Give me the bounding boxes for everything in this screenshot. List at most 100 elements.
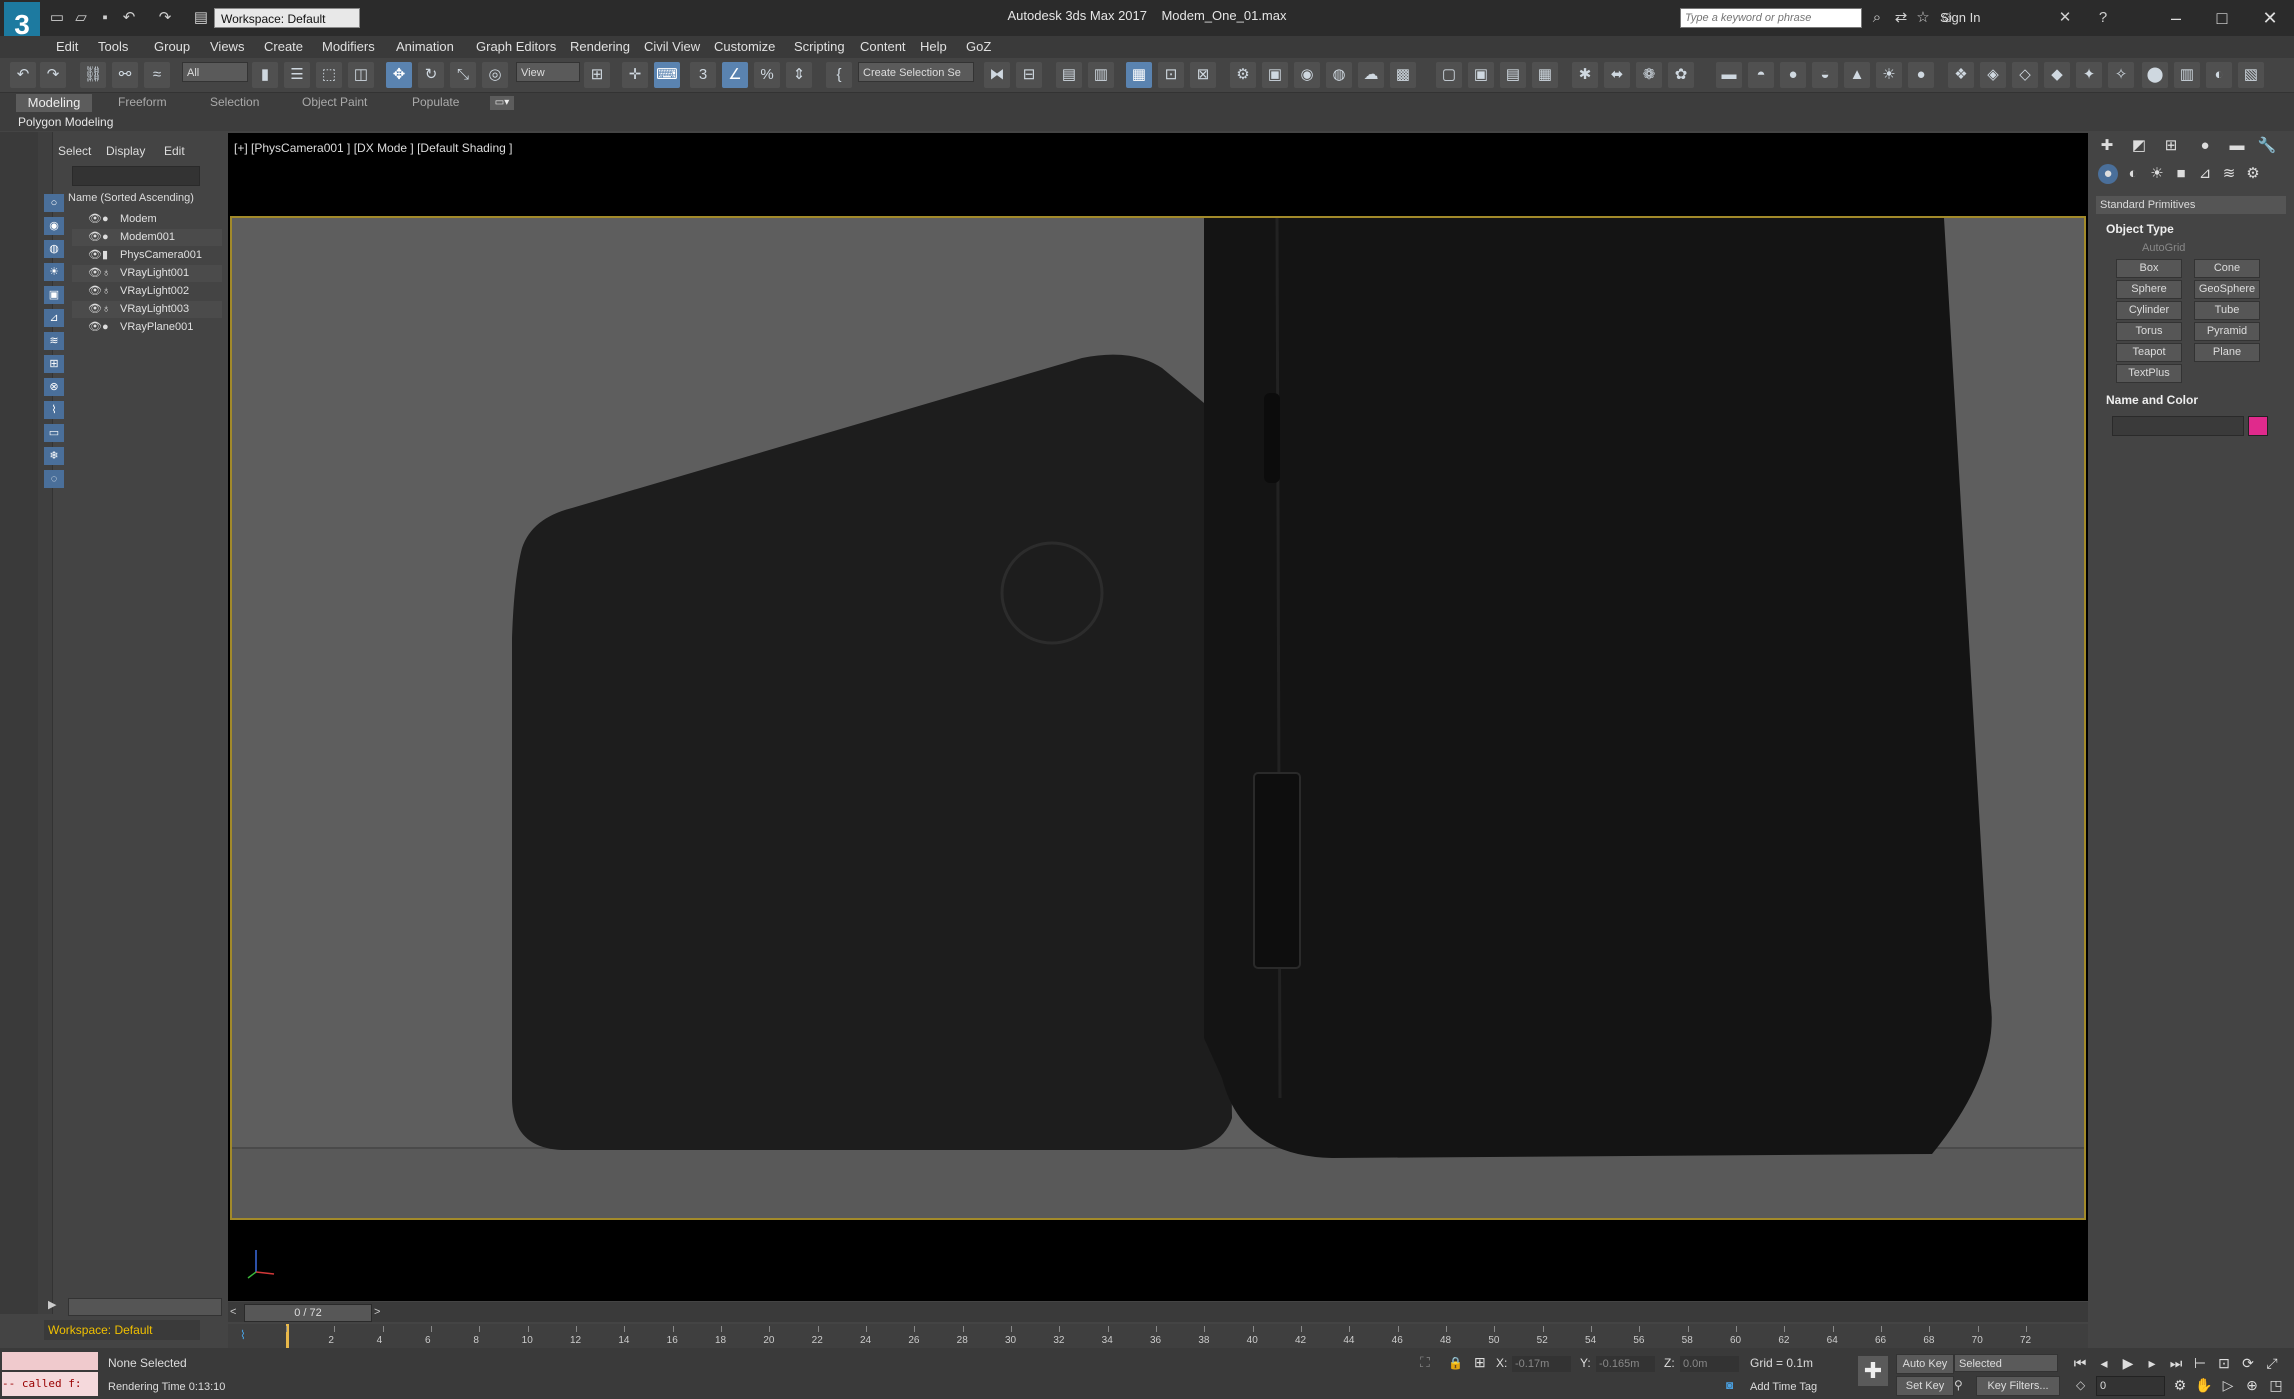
vray-spot-light-icon[interactable]: ▲ — [1844, 62, 1870, 88]
list-item[interactable]: 👁 ♁ VRayLight002 — [72, 283, 222, 300]
menu-edit[interactable]: Edit — [56, 39, 78, 54]
rendered-frame-window-icon[interactable]: ▣ — [1262, 62, 1288, 88]
select-and-scale-icon[interactable]: ⤡ — [450, 62, 476, 88]
vray-presets-icon[interactable]: ▦ — [1532, 62, 1558, 88]
previous-frame-icon[interactable]: ◂ — [2094, 1354, 2114, 1372]
visibility-eye-icon[interactable]: 👁 — [88, 283, 102, 300]
hierarchy-panel-icon[interactable]: ⊞ — [2160, 136, 2182, 156]
time-slider-thumb[interactable]: 0 / 72 — [244, 1304, 372, 1322]
keyboard-shortcut-toggle-icon[interactable]: ⌨ — [654, 62, 680, 88]
explorer-workspace-label[interactable]: Workspace: Default — [44, 1320, 200, 1340]
zoom-extents-all-icon[interactable]: ⊡ — [2214, 1354, 2234, 1372]
render-setup-icon[interactable]: ⚙ — [1230, 62, 1256, 88]
time-configuration-icon[interactable]: ⚙ — [2170, 1376, 2190, 1394]
bind-space-warp-icon[interactable]: ≈ — [144, 62, 170, 88]
vray-fur-icon[interactable]: ❁ — [1636, 62, 1662, 88]
autodesk-x-icon[interactable]: ✕ — [2056, 9, 2074, 27]
exchange-icon[interactable]: ⇄ — [1892, 9, 1910, 27]
sign-in-link[interactable]: Sign In — [1940, 10, 1980, 25]
menu-graph-editors[interactable]: Graph Editors — [476, 39, 556, 54]
favorites-icon[interactable]: ☆ — [1914, 9, 1932, 27]
align-icon[interactable]: ⊟ — [1016, 62, 1042, 88]
selection-region-icon[interactable]: ⬚ — [316, 62, 342, 88]
ribbon-tab-populate[interactable]: Populate — [412, 95, 459, 109]
search-input[interactable] — [1680, 8, 1862, 28]
set-key-button[interactable]: Set Key — [1896, 1376, 1954, 1396]
menu-goz[interactable]: GoZ — [966, 39, 991, 54]
add-time-tag[interactable]: Add Time Tag — [1750, 1381, 1817, 1393]
visibility-eye-icon[interactable]: 👁 — [88, 211, 102, 228]
select-and-rotate-icon[interactable]: ↻ — [418, 62, 444, 88]
unlink-icon[interactable]: ⚯ — [112, 62, 138, 88]
pyramid-button[interactable]: Pyramid — [2194, 322, 2260, 341]
y-coord-field[interactable]: -0.165m — [1596, 1356, 1655, 1372]
a360-gallery-icon[interactable]: ▩ — [1390, 62, 1416, 88]
list-item[interactable]: 👁 ▮ PhysCamera001 — [72, 247, 222, 264]
orbit-icon[interactable]: ⟳ — [2238, 1354, 2258, 1372]
ribbon-minimize-toggle[interactable]: ▭▾ — [490, 96, 514, 110]
menu-help[interactable]: Help — [920, 39, 947, 54]
display-geometry-icon[interactable]: ◉ — [44, 217, 64, 235]
maxscript-listener-top[interactable] — [2, 1352, 98, 1370]
next-frame-icon[interactable]: ▸ — [2142, 1354, 2162, 1372]
display-panel-icon[interactable]: ▬ — [2226, 136, 2248, 156]
explorer-search-input[interactable] — [72, 166, 200, 186]
vray-options-icon[interactable]: ▤ — [1500, 62, 1526, 88]
tube-button[interactable]: Tube — [2194, 301, 2260, 320]
time-slider-prev-icon[interactable]: < — [230, 1306, 236, 1318]
list-item[interactable]: 👁 ♁ VRayLight001 — [72, 265, 222, 282]
teapot-button[interactable]: Teapot — [2116, 343, 2182, 362]
plane-button[interactable]: Plane — [2194, 343, 2260, 362]
vray-environment-icon[interactable]: ◆ — [2044, 62, 2070, 88]
vray-material-icon[interactable]: ❖ — [1948, 62, 1974, 88]
display-shapes-icon[interactable]: ◍ — [44, 240, 64, 258]
name-and-color-rollout-header[interactable]: Name and Color — [2106, 393, 2198, 407]
maximize-viewport-icon[interactable]: ⤢ — [2262, 1354, 2282, 1372]
object-name-field[interactable] — [2112, 416, 2244, 436]
menu-animation[interactable]: Animation — [396, 39, 454, 54]
render-production-icon[interactable]: ◉ — [1294, 62, 1320, 88]
vray-sphere-icon[interactable]: ⬤ — [2142, 62, 2168, 88]
list-item[interactable]: 👁 ● VRayPlane001 — [72, 319, 222, 336]
display-none-icon[interactable]: ○ — [44, 194, 64, 212]
cameras-category-icon[interactable]: ■ — [2170, 164, 2192, 184]
mirror-icon[interactable]: ⧓ — [984, 62, 1010, 88]
viewport-label[interactable]: [+] [PhysCamera001 ] [DX Mode ] [Default… — [234, 141, 512, 155]
vray-proxy-icon[interactable]: ✿ — [1668, 62, 1694, 88]
absolute-mode-icon[interactable]: ⊞ — [1474, 1354, 1486, 1371]
primitive-category-dropdown[interactable]: Standard Primitives — [2096, 196, 2286, 214]
place-icon[interactable]: ◎ — [482, 62, 508, 88]
set-key-big-icon[interactable]: ✚ — [1858, 1356, 1888, 1386]
toggle-ribbon-icon[interactable]: ▥ — [1088, 62, 1114, 88]
select-object-icon[interactable]: ▮ — [252, 62, 278, 88]
time-slider-next-icon[interactable]: > — [374, 1306, 380, 1318]
cylinder-button[interactable]: Cylinder — [2116, 301, 2182, 320]
schematic-view-icon[interactable]: ⊡ — [1158, 62, 1184, 88]
menu-customize[interactable]: Customize — [714, 39, 775, 54]
play-icon[interactable]: ▶ — [2118, 1354, 2138, 1372]
vray-light-lister-icon[interactable]: ✱ — [1572, 62, 1598, 88]
close-icon[interactable]: ✕ — [2250, 4, 2290, 32]
material-editor-icon[interactable]: ⊠ — [1190, 62, 1216, 88]
display-bones-icon[interactable]: ⌇ — [44, 401, 64, 419]
display-containers-icon[interactable]: ▭ — [44, 424, 64, 442]
vray-frame-buffer-icon[interactable]: ▢ — [1436, 62, 1462, 88]
edit-named-selection-icon[interactable]: { — [826, 62, 852, 88]
display-hidden-icon[interactable]: ◌ — [44, 470, 64, 488]
cone-button[interactable]: Cone — [2194, 259, 2260, 278]
geosphere-button[interactable]: GeoSphere — [2194, 280, 2260, 299]
explorer-tab-display[interactable]: Display — [106, 144, 145, 158]
display-lights-icon[interactable]: ☀ — [44, 263, 64, 281]
isolate-selection-icon[interactable]: ⛶ — [1420, 1354, 1430, 1371]
maximize-icon[interactable]: □ — [2202, 4, 2242, 32]
vray-sphere-light-icon[interactable]: ● — [1780, 62, 1806, 88]
sphere-button[interactable]: Sphere — [2116, 280, 2182, 299]
x-coord-field[interactable]: -0.17m — [1512, 1356, 1571, 1372]
manipulate-icon[interactable]: ✛ — [622, 62, 648, 88]
selection-filter-dropdown[interactable]: All — [182, 62, 248, 82]
spinner-snap-icon[interactable]: ⇕ — [786, 62, 812, 88]
select-and-move-icon[interactable]: ✥ — [386, 62, 412, 88]
vray-clipper-icon[interactable]: ◇ — [2012, 62, 2038, 88]
ribbon-tab-selection[interactable]: Selection — [210, 95, 259, 109]
time-slider-track[interactable] — [228, 1302, 2088, 1322]
